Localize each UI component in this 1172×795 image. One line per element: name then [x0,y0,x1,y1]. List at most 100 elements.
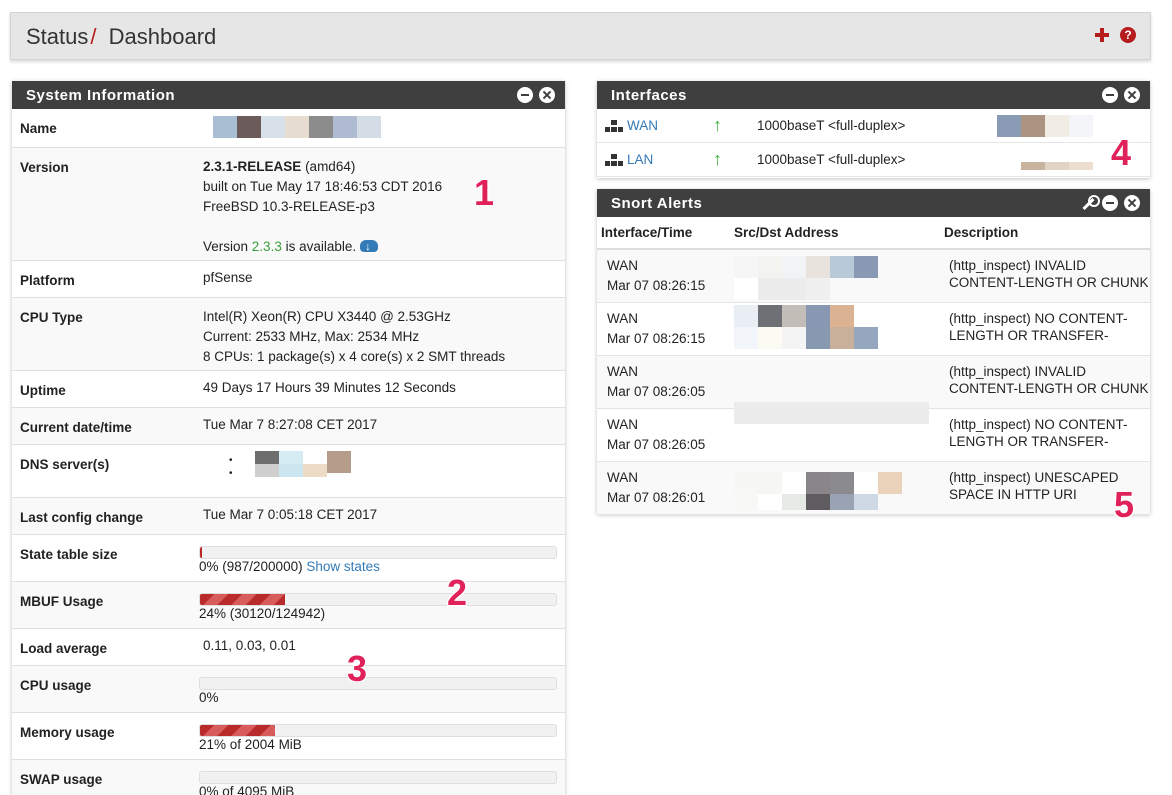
page-title: Dashboard [108,24,217,49]
state-table-value: 0% (987/200000) [199,559,303,574]
table-row[interactable]: WAN Mar 07 08:26:05 (http_inspect) NO CON… [597,402,1150,462]
cloud-download-icon[interactable] [360,237,379,257]
datetime-value: Tue Mar 7 8:27:08 CET 2017 [203,417,378,432]
cpu-model: Intel(R) Xeon(R) CPU X3440 @ 2.53GHz [203,309,451,324]
table-row[interactable]: WAN Mar 07 08:26:15 (http_inspect) INVALI… [597,250,1150,303]
close-icon[interactable] [1124,195,1140,211]
version-arch: (amd64) [305,159,356,174]
redacted-ip-lan [997,161,1093,170]
redacted-ip-wan [997,114,1093,137]
alert-interface: WAN [607,470,638,485]
label-datetime: Current date/time [20,420,132,435]
label-swap: SWAP usage [20,772,103,787]
label-last-config: Last config change [20,510,144,525]
alert-interface: WAN [607,311,638,326]
close-icon[interactable] [1124,87,1140,103]
redacted-hostname [213,116,557,138]
row-mbuf: MBUF Usage 24% (30120/124942) [12,582,565,629]
memory-value: 21% of 2004 MiB [199,737,302,752]
uptime-value: 49 Days 17 Hours 39 Minutes 12 Seconds [203,380,456,395]
page-header: Status/ Dashboard ? [10,12,1151,60]
alert-description: (http_inspect) INVALID [949,364,1087,379]
snort-alerts-panel: Snort Alerts Interface/Time Src/Dst Addr… [597,189,1150,515]
close-icon[interactable] [539,87,555,103]
label-uptime: Uptime [20,383,66,398]
version-built: built on Tue May 17 18:46:53 CDT 2016 [203,179,443,194]
load-value: 0.11, 0.03, 0.01 [203,638,296,653]
label-platform: Platform [20,273,75,288]
dns-list: • • [229,451,557,486]
row-cpu-usage: CPU usage 0% [12,666,565,713]
row-datetime: Current date/time Tue Mar 7 8:27:08 CET … [12,408,565,445]
cpu-freq: Current: 2533 MHz, Max: 2534 MHz [203,329,420,344]
minimize-icon[interactable] [1102,87,1118,103]
row-name: Name [12,109,565,148]
show-states-link[interactable]: Show states [306,559,380,574]
alert-interface: WAN [607,364,638,379]
row-platform: Platform pfSense [12,261,565,298]
label-state-table: State table size [20,547,118,562]
alert-time: Mar 07 08:26:15 [607,331,706,346]
breadcrumb-section[interactable]: Status [26,24,88,49]
breadcrumb: Status/ Dashboard [26,24,216,50]
alert-description: (http_inspect) NO CONTENT- [949,417,1128,432]
row-uptime: Uptime 49 Days 17 Hours 39 Minutes 12 Se… [12,371,565,408]
panel-title: System Information [26,87,176,104]
panel-title: Snort Alerts [611,195,703,212]
label-version: Version [20,160,69,175]
row-memory: Memory usage 21% of 2004 MiB [12,713,565,760]
table-header: Interface/Time Src/Dst Address Descripti… [597,217,1150,250]
row-dns: DNS server(s) • • [12,445,565,498]
interface-media: 1000baseT <full-duplex> [757,152,906,167]
update-available: Version 2.3.3 is available. [203,237,557,257]
annotation-1: 1 [474,172,495,213]
cpu-usage-value: 0% [199,690,219,705]
alert-description: (http_inspect) INVALID [949,258,1087,273]
panel-header: Snort Alerts [597,189,1150,217]
table-row[interactable]: WAN Mar 07 08:26:15 (http_inspect) NO CON… [597,303,1150,356]
status-up-arrow-icon: ↑ [713,115,722,135]
minimize-icon[interactable] [517,87,533,103]
breadcrumb-separator: / [90,24,97,49]
network-icon [605,153,623,166]
annotation-3: 3 [347,648,368,689]
panel-header: Interfaces [597,81,1150,109]
alert-time: Mar 07 08:26:15 [607,278,706,293]
version-os: FreeBSD 10.3-RELEASE-p3 [203,199,375,214]
row-last-config: Last config change Tue Mar 7 0:05:18 CET… [12,498,565,535]
annotation-5: 5 [1114,484,1135,525]
table-row[interactable]: WAN Mar 07 08:26:01 (http_inspect) UNESCA… [597,462,1150,515]
interface-link-lan[interactable]: LAN [627,152,713,167]
network-icon [605,119,623,132]
label-cpu-usage: CPU usage [20,678,92,693]
label-mbuf: MBUF Usage [20,594,104,609]
cpu-cores: 8 CPUs: 1 package(s) x 4 core(s) x 2 SMT… [203,349,506,364]
minimize-icon[interactable] [1102,195,1118,211]
swap-value: 0% of 4095 MiB [199,784,295,795]
wrench-settings-icon[interactable] [1080,195,1100,211]
help-icon[interactable]: ? [1120,27,1136,43]
snort-alerts-table: WAN Mar 07 08:26:15 (http_inspect) INVALI… [597,250,1150,515]
column-header-interface-time: Interface/Time [601,225,693,240]
alert-interface: WAN [607,258,638,273]
interface-link-wan[interactable]: WAN [627,118,713,133]
label-load: Load average [20,641,108,656]
mbuf-value: 24% (30120/124942) [199,606,326,621]
version-release: 2.3.1-RELEASE [203,159,302,174]
interface-row-wan: WAN ↑ 1000baseT <full-duplex> [597,109,1150,143]
header-tools: ? [1094,27,1136,43]
interface-media: 1000baseT <full-duplex> [757,118,906,133]
annotation-4: 4 [1111,132,1132,173]
alert-time: Mar 07 08:26:01 [607,490,706,505]
redacted-address [734,468,946,514]
panel-header: System Information [12,81,565,109]
row-load: Load average 0.11, 0.03, 0.01 [12,629,565,666]
label-dns: DNS server(s) [20,457,110,472]
label-name: Name [20,121,57,136]
redacted-address [734,256,946,302]
add-widget-plus-icon[interactable] [1094,27,1110,43]
label-memory: Memory usage [20,725,115,740]
panel-title: Interfaces [611,87,687,104]
column-header-src-dst: Src/Dst Address [734,225,839,240]
interface-row-lan: LAN ↑ 1000baseT <full-duplex> [597,143,1150,177]
